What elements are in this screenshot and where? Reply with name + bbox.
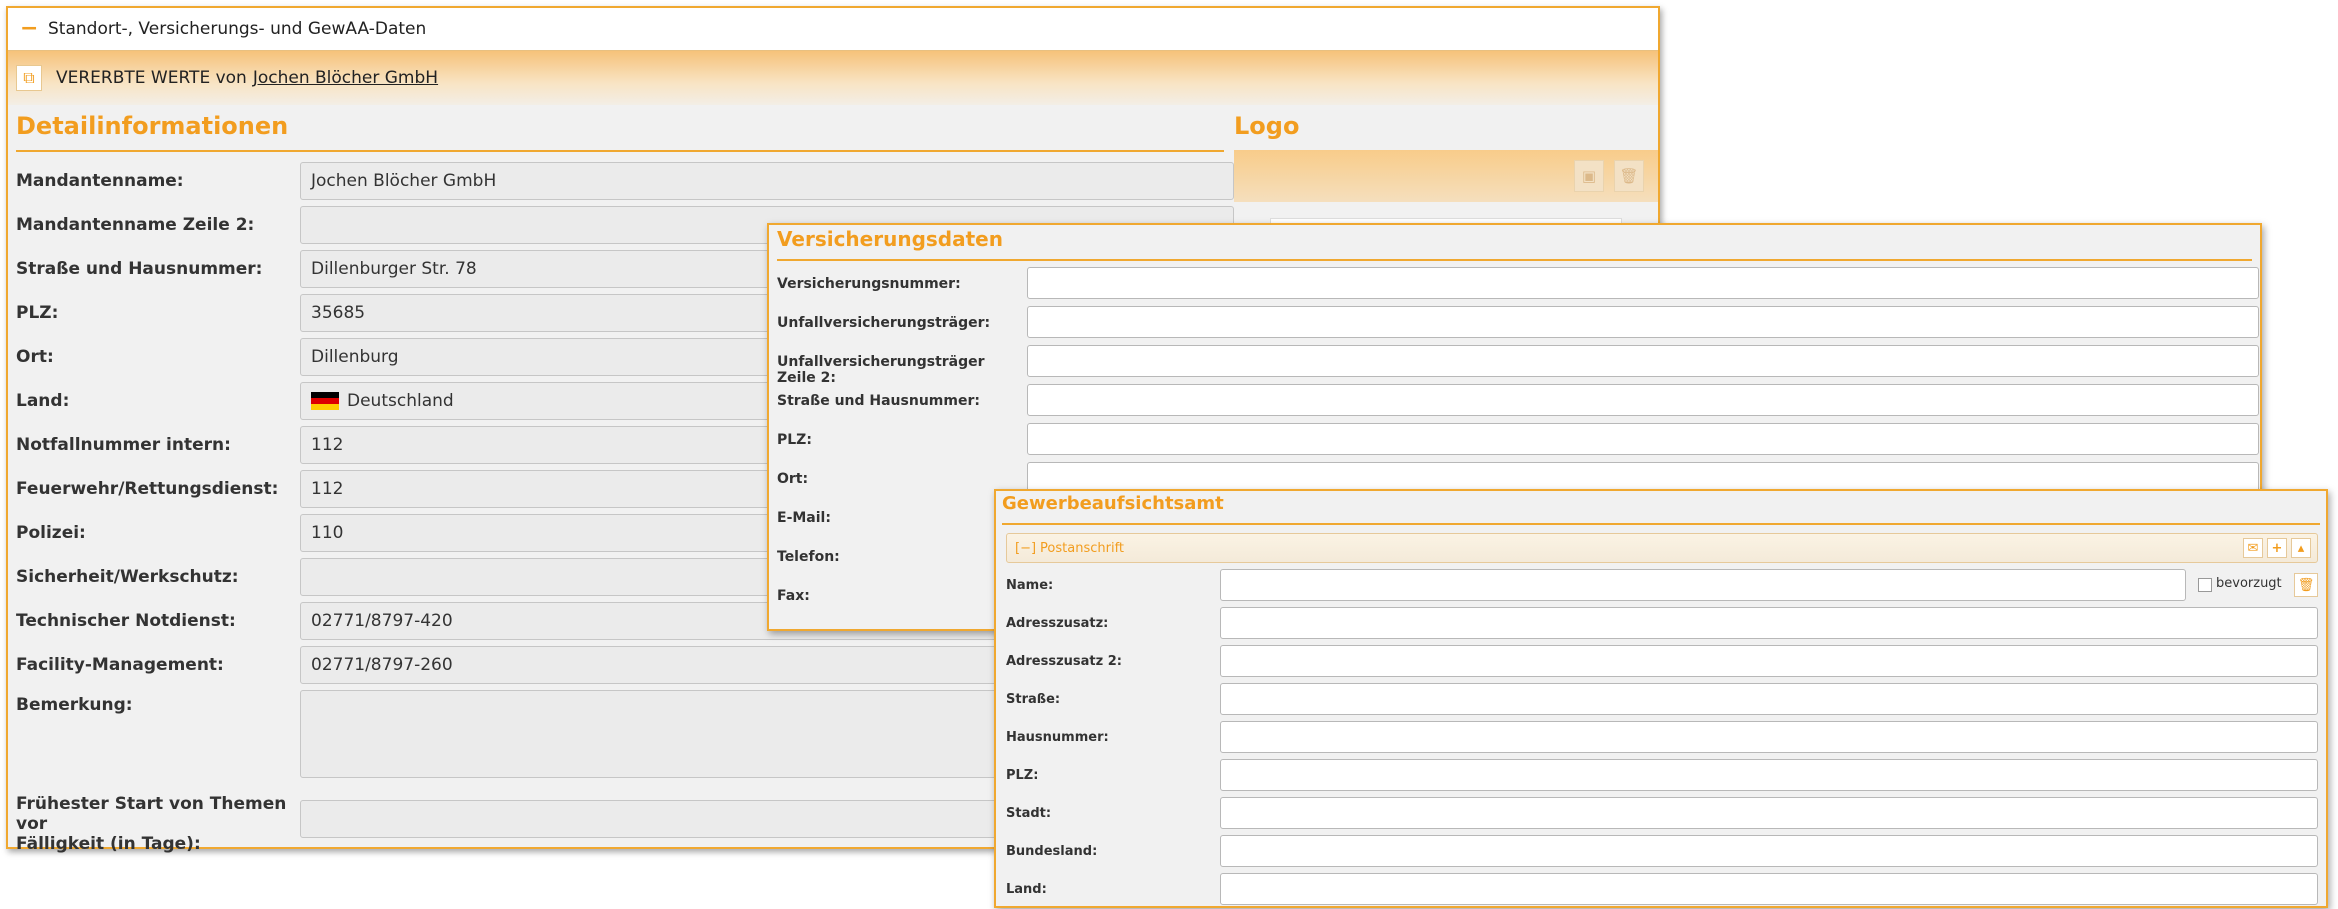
field-label: Land: xyxy=(16,391,70,411)
field-label: Telefon: xyxy=(777,549,840,565)
gew-bundesland-input[interactable] xyxy=(1220,835,2318,867)
field-label: Facility-Management: xyxy=(16,655,224,675)
gew-land-input[interactable] xyxy=(1220,873,2318,905)
field-label: Notfallnummer intern: xyxy=(16,435,231,455)
unfallversicherungstraeger-2-input[interactable] xyxy=(1027,345,2259,377)
field-label: Ort: xyxy=(16,347,54,367)
logo-toolbar: ▣ 🗑 xyxy=(1234,150,1658,202)
gew-hausnummer-input[interactable] xyxy=(1220,721,2318,753)
logo-section-title: Logo xyxy=(1234,112,1658,152)
field-label: Adresszusatz 2: xyxy=(1006,654,1122,669)
gewerbeaufsichtsamt-panel: Gewerbeaufsichtsamt [−] Postanschrift ✉ … xyxy=(994,489,2328,908)
inherit-source-link[interactable]: Jochen Blöcher GmbH xyxy=(253,68,438,88)
inherited-values-bar: ⧉ VERERBTE WERTE von Jochen Blöcher GmbH xyxy=(8,51,1658,105)
panel-title: Standort-, Versicherungs- und GewAA-Date… xyxy=(48,19,427,39)
gew-adresszusatz-input[interactable] xyxy=(1220,607,2318,639)
gew-stadt-input[interactable] xyxy=(1220,797,2318,829)
field-label-line1: Frühester Start von Themen vor xyxy=(16,794,287,834)
flag-de-icon xyxy=(311,392,339,410)
vers-plz-input[interactable] xyxy=(1027,423,2259,455)
field-label: Technischer Notdienst: xyxy=(16,611,236,631)
field-label: Mandantenname Zeile 2: xyxy=(16,215,255,235)
field-label: Unfallversicherungsträger: xyxy=(777,315,991,331)
gewerbeaufsichtsamt-title: Gewerbeaufsichtsamt xyxy=(1002,493,2320,525)
land-value: Deutschland xyxy=(347,391,454,411)
caret-up-icon[interactable]: ▴ xyxy=(2291,538,2311,558)
field-label: Polizei: xyxy=(16,523,86,543)
field-label: Straße und Hausnummer: xyxy=(777,393,980,409)
field-label: Versicherungsnummer: xyxy=(777,276,961,292)
field-label: Land: xyxy=(1006,882,1047,897)
field-label: Ort: xyxy=(777,471,809,487)
field-label: Bemerkung: xyxy=(16,695,133,715)
field-label: Bundesland: xyxy=(1006,844,1098,859)
collapse-icon[interactable]: − xyxy=(20,18,38,40)
gew-plz-input[interactable] xyxy=(1220,759,2318,791)
field-label: PLZ: xyxy=(1006,768,1039,783)
field-label-line2: Fälligkeit (in Tage): xyxy=(16,834,201,854)
field-label: Hausnummer: xyxy=(1006,730,1109,745)
inherit-label: VERERBTE WERTE von xyxy=(56,68,247,88)
postanschrift-toggle[interactable]: [−] xyxy=(1015,541,1036,556)
gew-adresszusatz-2-input[interactable] xyxy=(1220,645,2318,677)
field-label: Sicherheit/Werkschutz: xyxy=(16,567,239,587)
inherit-icon[interactable]: ⧉ xyxy=(16,65,42,91)
bevorzugt-label: bevorzugt xyxy=(2216,576,2282,591)
postanschrift-label: Postanschrift xyxy=(1040,540,1125,556)
gew-strasse-input[interactable] xyxy=(1220,683,2318,715)
bevorzugt-checkbox[interactable] xyxy=(2198,578,2212,592)
envelope-icon[interactable]: ✉ xyxy=(2243,538,2263,558)
panel-header[interactable]: − Standort-, Versicherungs- und GewAA-Da… xyxy=(8,8,1658,51)
image-icon[interactable]: ▣ xyxy=(1574,160,1604,192)
field-label: Feuerwehr/Rettungsdienst: xyxy=(16,479,279,499)
versicherungsnummer-input[interactable] xyxy=(1027,267,2259,299)
field-label: Straße: xyxy=(1006,692,1061,707)
versicherungsdaten-title: Versicherungsdaten xyxy=(777,227,2252,261)
postanschrift-bar: [−] Postanschrift ✉ + ▴ xyxy=(1006,533,2318,563)
field-label: PLZ: xyxy=(777,432,812,448)
field-label: PLZ: xyxy=(16,303,59,323)
mandantenname-input[interactable]: Jochen Blöcher GmbH xyxy=(300,162,1234,200)
field-label: Fax: xyxy=(777,588,810,604)
field-label: Stadt: xyxy=(1006,806,1052,821)
field-label: Mandantenname: xyxy=(16,171,184,191)
trash-icon[interactable]: 🗑 xyxy=(1614,160,1644,192)
trash-icon[interactable]: 🗑 xyxy=(2294,573,2318,597)
detail-section-title: Detailinformationen xyxy=(16,112,1224,152)
plus-icon[interactable]: + xyxy=(2267,538,2287,558)
field-label: Adresszusatz: xyxy=(1006,616,1109,631)
field-label: E-Mail: xyxy=(777,510,831,526)
field-label: Straße und Hausnummer: xyxy=(16,259,263,279)
field-label: Name: xyxy=(1006,578,1054,593)
vers-strasse-input[interactable] xyxy=(1027,384,2259,416)
field-label: Frühester Start von Themen vor Fälligkei… xyxy=(16,794,296,854)
gew-name-input[interactable] xyxy=(1220,569,2186,601)
field-label: Unfallversicherungsträger Zeile 2: xyxy=(777,354,985,386)
unfallversicherungstraeger-input[interactable] xyxy=(1027,306,2259,338)
